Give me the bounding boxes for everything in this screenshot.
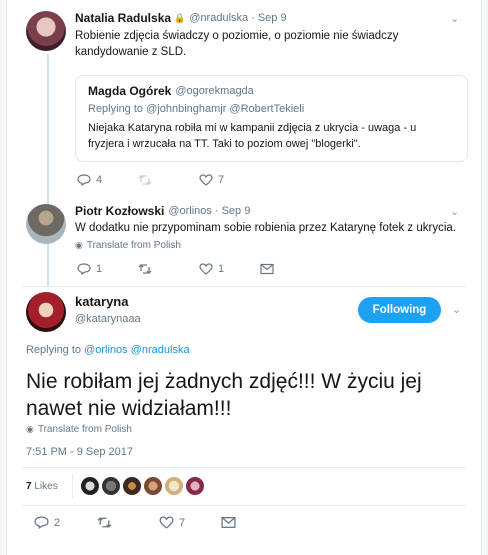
tweet1-header: Natalia Radulska 🔒 @nradulska · Sep 9 bbox=[75, 11, 287, 25]
globe-icon: ◉ bbox=[26, 424, 34, 434]
heart-icon bbox=[199, 263, 213, 275]
liker-avatar[interactable] bbox=[81, 477, 99, 495]
chevron-down-icon[interactable]: ⌄ bbox=[452, 303, 461, 316]
main-name[interactable]: kataryna bbox=[75, 294, 128, 309]
lock-icon: 🔒 bbox=[174, 12, 186, 23]
main-like-action[interactable]: 7 bbox=[159, 516, 185, 529]
thread-line bbox=[47, 54, 49, 287]
tweet1-handle[interactable]: @nradulska bbox=[189, 12, 248, 24]
liker-avatar[interactable] bbox=[144, 477, 162, 495]
liker-avatar[interactable] bbox=[123, 477, 141, 495]
tweet1-retweet-action[interactable] bbox=[138, 174, 152, 186]
tweet2-like-action[interactable]: 1 bbox=[199, 263, 224, 275]
main-retweet-action[interactable] bbox=[97, 516, 112, 529]
liker-avatar[interactable] bbox=[102, 477, 120, 495]
tweet2-name[interactable]: Piotr Kozłowski bbox=[75, 204, 164, 218]
globe-icon: ◉ bbox=[75, 240, 83, 250]
divider bbox=[23, 467, 465, 468]
quote-replying-label: Replying to bbox=[88, 103, 144, 115]
liker-avatar[interactable] bbox=[165, 477, 183, 495]
main-timestamp[interactable]: 7:51 PM - 9 Sep 2017 bbox=[26, 446, 133, 458]
tweet2-handle[interactable]: @orlinos bbox=[168, 205, 212, 217]
quote-name: Magda Ogórek bbox=[88, 84, 172, 98]
retweet-icon bbox=[97, 517, 112, 528]
heart-icon bbox=[159, 516, 174, 529]
tweet1-text: Robienie zdjęcia świadczy o poziomie, o … bbox=[75, 30, 399, 58]
main-replying-label: Replying to bbox=[26, 344, 82, 356]
chevron-down-icon[interactable]: ⌄ bbox=[450, 205, 459, 218]
quote-text: Niejaka Kataryna robiła mi w kampanii zd… bbox=[88, 122, 417, 150]
quoted-tweet[interactable]: Magda Ogórek @ogorekmagda Replying to @j… bbox=[75, 75, 468, 162]
tweet2-translate-label: Translate from Polish bbox=[86, 240, 181, 251]
liker-avatar[interactable] bbox=[186, 477, 204, 495]
reply-icon bbox=[77, 174, 91, 186]
tweet2-date[interactable]: Sep 9 bbox=[222, 205, 251, 217]
main-replying-users[interactable]: @orlinos @nradulska bbox=[84, 344, 190, 356]
reply-icon bbox=[77, 263, 91, 275]
message-icon bbox=[221, 517, 236, 528]
tweet2-reply-action[interactable]: 1 bbox=[77, 263, 102, 275]
tweet2-message-action[interactable] bbox=[260, 263, 274, 275]
avatar-kataryna[interactable] bbox=[26, 292, 66, 332]
retweet-icon bbox=[138, 175, 152, 185]
divider bbox=[23, 505, 465, 506]
tweet1-date[interactable]: Sep 9 bbox=[258, 12, 287, 24]
main-like-count: 7 bbox=[179, 516, 186, 529]
tweet1-reply-action[interactable]: 4 bbox=[77, 174, 102, 186]
message-icon bbox=[260, 263, 274, 275]
tweet2-text: W dodatku nie przypominam sobie robienia… bbox=[75, 222, 456, 234]
dot-separator: · bbox=[214, 205, 219, 217]
tweet1-like-action[interactable]: 7 bbox=[199, 174, 224, 186]
retweet-icon bbox=[138, 264, 152, 274]
tweet-conversation: Natalia Radulska 🔒 @nradulska · Sep 9 ⌄ … bbox=[6, 0, 482, 555]
main-message-action[interactable] bbox=[221, 516, 236, 529]
dot-separator: · bbox=[251, 12, 255, 24]
quote-header: Magda Ogórek @ogorekmagda bbox=[88, 84, 455, 98]
following-button[interactable]: Following bbox=[358, 297, 441, 323]
likes-label: Likes bbox=[34, 481, 58, 492]
tweet2-reply-count: 1 bbox=[96, 263, 103, 275]
tweet2-translate[interactable]: ◉ Translate from Polish bbox=[75, 240, 181, 251]
main-translate-label: Translate from Polish bbox=[37, 424, 132, 435]
main-reply-count: 2 bbox=[54, 516, 61, 529]
likers-avatars bbox=[81, 477, 207, 495]
main-translate[interactable]: ◉ Translate from Polish bbox=[26, 424, 132, 435]
likes-separator bbox=[72, 474, 73, 498]
likes-count: 7 bbox=[26, 481, 32, 492]
tweet1-name[interactable]: Natalia Radulska bbox=[75, 11, 171, 25]
heart-icon bbox=[199, 174, 213, 186]
quote-replying-users: @johnbinghamjr @RobertTekieli bbox=[146, 103, 305, 115]
main-text: Nie robiłam jej żadnych zdjęć!!! W życiu… bbox=[26, 370, 422, 420]
tweet2-like-count: 1 bbox=[218, 263, 225, 275]
avatar-natalia[interactable] bbox=[26, 11, 66, 51]
quote-handle: @ogorekmagda bbox=[175, 85, 254, 97]
quote-replying: Replying to @johnbinghamjr @RobertTekiel… bbox=[88, 103, 455, 115]
reply-icon bbox=[34, 516, 49, 529]
main-replying: Replying to @orlinos @nradulska bbox=[26, 344, 190, 356]
avatar-piotr[interactable] bbox=[26, 204, 66, 244]
divider bbox=[23, 286, 465, 287]
chevron-down-icon[interactable]: ⌄ bbox=[450, 12, 459, 25]
tweet2-retweet-action[interactable] bbox=[138, 263, 152, 275]
likes-summary[interactable]: 7 Likes bbox=[26, 481, 58, 492]
tweet2-header: Piotr Kozłowski @orlinos · Sep 9 bbox=[75, 204, 250, 218]
main-reply-action[interactable]: 2 bbox=[34, 516, 60, 529]
tweet1-like-count: 7 bbox=[218, 174, 225, 186]
main-handle[interactable]: @katarynaaa bbox=[75, 313, 141, 325]
tweet1-reply-count: 4 bbox=[96, 174, 103, 186]
